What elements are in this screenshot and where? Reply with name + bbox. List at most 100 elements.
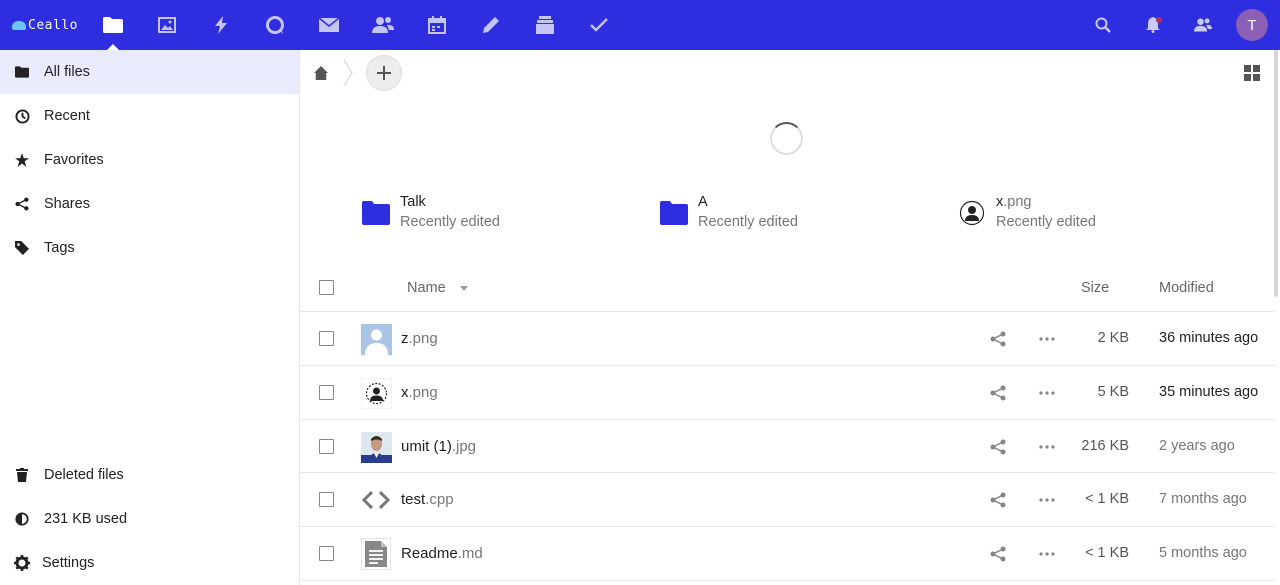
select-all-checkbox[interactable] bbox=[319, 280, 334, 295]
file-name[interactable]: Readme.md bbox=[401, 545, 483, 562]
app-photos[interactable] bbox=[140, 0, 194, 50]
recent-item[interactable]: Talk Recently edited bbox=[360, 192, 500, 233]
sort-down-icon bbox=[459, 285, 468, 291]
app-calendar[interactable] bbox=[410, 0, 464, 50]
more-actions-icon[interactable] bbox=[1039, 439, 1055, 455]
row-checkbox[interactable] bbox=[319, 439, 334, 454]
search-button[interactable] bbox=[1078, 0, 1128, 50]
recent-item[interactable]: x.png Recently edited bbox=[956, 192, 1096, 233]
navigation-sidebar: All files Recent Favorites Shares Tags D… bbox=[0, 50, 300, 585]
notifications-button[interactable] bbox=[1128, 0, 1178, 50]
file-basename: test bbox=[401, 491, 426, 508]
folder-icon bbox=[658, 197, 690, 229]
app-files[interactable] bbox=[86, 0, 140, 50]
file-name[interactable]: umit (1).jpg bbox=[401, 438, 476, 455]
breadcrumb-home[interactable] bbox=[300, 50, 342, 96]
more-actions-icon[interactable] bbox=[1039, 492, 1055, 508]
file-name[interactable]: x.png bbox=[401, 384, 438, 401]
pencil-icon bbox=[483, 17, 499, 33]
file-extension: .md bbox=[457, 545, 483, 562]
more-actions-icon[interactable] bbox=[1039, 546, 1055, 562]
share-icon[interactable] bbox=[990, 439, 1006, 455]
app-deck[interactable] bbox=[518, 0, 572, 50]
file-basename: Readme bbox=[401, 545, 458, 562]
sidebar-item-quota: 231 KB used bbox=[0, 497, 299, 541]
row-checkbox[interactable] bbox=[319, 546, 334, 561]
share-icon[interactable] bbox=[990, 331, 1006, 347]
app-talk[interactable] bbox=[248, 0, 302, 50]
sidebar-item-label: Tags bbox=[44, 240, 75, 256]
modified-column-header[interactable]: Modified bbox=[1159, 280, 1214, 296]
code-icon bbox=[360, 484, 392, 516]
file-modified: 2 years ago bbox=[1159, 438, 1235, 454]
file-extension: .jpg bbox=[451, 438, 477, 455]
name-column-header[interactable]: Name bbox=[407, 280, 468, 296]
file-table-header: Name Size Modified bbox=[300, 264, 1275, 312]
share-icon[interactable] bbox=[990, 385, 1006, 401]
table-row[interactable]: Readme.md < 1 KB 5 months ago bbox=[300, 527, 1275, 581]
checkmark-icon bbox=[590, 18, 608, 32]
app-logo[interactable]: Ceallo bbox=[12, 18, 86, 33]
breadcrumb-separator-icon bbox=[343, 59, 353, 87]
sidebar-item-tags[interactable]: Tags bbox=[0, 226, 299, 270]
more-actions-icon[interactable] bbox=[1039, 385, 1055, 401]
sidebar-item-label: Favorites bbox=[44, 152, 104, 168]
chat-icon bbox=[266, 16, 284, 34]
deck-icon bbox=[536, 16, 554, 34]
breadcrumb bbox=[300, 50, 1280, 96]
app-activity[interactable] bbox=[194, 0, 248, 50]
file-name[interactable]: test.cpp bbox=[401, 491, 454, 508]
quota-pie-icon bbox=[14, 511, 30, 527]
file-size: < 1 KB bbox=[1085, 545, 1129, 561]
app-menu bbox=[86, 0, 626, 50]
recent-item[interactable]: A Recently edited bbox=[658, 192, 798, 233]
recent-files: Talk Recently edited A Recently edited x… bbox=[360, 192, 1260, 242]
lightning-icon bbox=[215, 16, 227, 34]
file-extension: .cpp bbox=[425, 491, 454, 508]
table-row[interactable]: test.cpp < 1 KB 7 months ago bbox=[300, 473, 1275, 527]
file-name[interactable]: z.png bbox=[401, 330, 438, 347]
recent-item-extension: .png bbox=[1003, 194, 1032, 210]
text-file-icon bbox=[360, 538, 392, 570]
image-icon bbox=[158, 17, 176, 33]
table-row[interactable]: umit (1).jpg 216 KB 2 years ago bbox=[300, 420, 1275, 473]
mail-icon bbox=[319, 18, 339, 32]
sidebar-item-label: All files bbox=[44, 64, 90, 80]
contacts-menu-button[interactable] bbox=[1178, 0, 1228, 50]
contacts-menu-icon bbox=[1194, 18, 1212, 32]
table-row[interactable]: x.png 5 KB 35 minutes ago bbox=[300, 366, 1275, 420]
logo-text: Ceallo bbox=[28, 17, 78, 33]
sidebar-item-recent[interactable]: Recent bbox=[0, 94, 299, 138]
file-size: < 1 KB bbox=[1085, 491, 1129, 507]
share-icon[interactable] bbox=[990, 492, 1006, 508]
star-icon bbox=[14, 152, 30, 168]
app-tasks[interactable] bbox=[572, 0, 626, 50]
grid-view-toggle-icon[interactable] bbox=[1244, 65, 1260, 81]
app-mail[interactable] bbox=[302, 0, 356, 50]
app-contacts[interactable] bbox=[356, 0, 410, 50]
row-checkbox[interactable] bbox=[319, 385, 334, 400]
file-size: 2 KB bbox=[1097, 330, 1129, 346]
file-modified: 36 minutes ago bbox=[1159, 330, 1259, 346]
row-checkbox[interactable] bbox=[319, 331, 334, 346]
app-notes[interactable] bbox=[464, 0, 518, 50]
tag-icon bbox=[14, 240, 30, 256]
sidebar-item-all-files[interactable]: All files bbox=[0, 50, 299, 94]
sidebar-item-shares[interactable]: Shares bbox=[0, 182, 299, 226]
sidebar-item-favorites[interactable]: Favorites bbox=[0, 138, 299, 182]
sidebar-item-settings[interactable]: Settings bbox=[0, 541, 299, 585]
file-basename: x bbox=[401, 384, 409, 401]
sidebar-item-deleted-files[interactable]: Deleted files bbox=[0, 453, 299, 497]
file-modified: 7 months ago bbox=[1159, 491, 1247, 507]
size-column-header[interactable]: Size bbox=[1081, 280, 1109, 296]
user-avatar[interactable]: T bbox=[1236, 9, 1268, 41]
scrollbar[interactable] bbox=[1274, 50, 1278, 297]
recent-item-subtitle: Recently edited bbox=[996, 214, 1096, 230]
new-file-button[interactable] bbox=[366, 55, 402, 91]
file-extension: .png bbox=[408, 384, 438, 401]
loading-spinner bbox=[770, 122, 803, 155]
row-checkbox[interactable] bbox=[319, 492, 334, 507]
table-row[interactable]: z.png 2 KB 36 minutes ago bbox=[300, 312, 1275, 366]
share-icon[interactable] bbox=[990, 546, 1006, 562]
more-actions-icon[interactable] bbox=[1039, 331, 1055, 347]
